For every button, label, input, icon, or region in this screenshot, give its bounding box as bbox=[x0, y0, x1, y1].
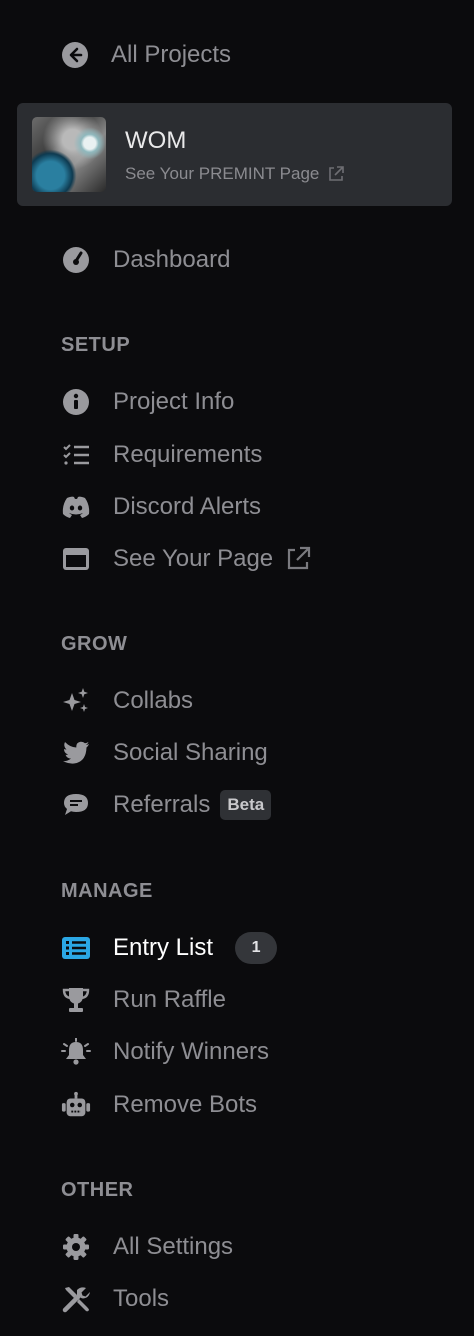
nav-project-info-label: Project Info bbox=[113, 388, 235, 415]
checklist-icon bbox=[61, 440, 91, 470]
nav-all-settings-label: All Settings bbox=[113, 1233, 234, 1260]
info-icon bbox=[61, 387, 91, 417]
project-card[interactable]: WOM See Your PREMINT Page bbox=[17, 103, 452, 206]
project-name: WOM bbox=[125, 127, 187, 154]
beta-badge: Beta bbox=[220, 790, 272, 820]
section-title-manage: MANAGE bbox=[61, 880, 153, 902]
nav-collabs-label: Collabs bbox=[113, 687, 194, 714]
nav-referrals[interactable]: Referrals Beta bbox=[61, 789, 272, 821]
nav-run-raffle[interactable]: Run Raffle bbox=[61, 984, 226, 1016]
entry-count-badge: 1 bbox=[235, 932, 278, 964]
arrow-left-circle-icon bbox=[61, 41, 89, 69]
nav-referrals-label: Referrals bbox=[113, 791, 211, 818]
nav-dashboard[interactable]: Dashboard bbox=[61, 244, 230, 276]
twitter-icon bbox=[61, 738, 91, 768]
nav-run-raffle-label: Run Raffle bbox=[113, 986, 226, 1013]
nav-tools[interactable]: Tools bbox=[61, 1283, 169, 1315]
nav-remove-bots-label: Remove Bots bbox=[113, 1091, 258, 1118]
nav-discord-alerts-label: Discord Alerts bbox=[113, 493, 262, 520]
bell-icon bbox=[61, 1037, 91, 1067]
nav-requirements[interactable]: Requirements bbox=[61, 439, 262, 471]
section-title-other: OTHER bbox=[61, 1179, 134, 1201]
sparkles-icon bbox=[61, 686, 91, 716]
nav-social-sharing-label: Social Sharing bbox=[113, 739, 268, 766]
section-title-grow: GROW bbox=[61, 633, 128, 655]
all-projects-label: All Projects bbox=[111, 41, 232, 68]
nav-see-your-page[interactable]: See Your Page bbox=[61, 543, 311, 575]
external-link-icon bbox=[285, 546, 311, 572]
premint-page-link-label: See Your PREMINT Page bbox=[125, 164, 320, 183]
discord-icon bbox=[61, 492, 91, 522]
nav-entry-list[interactable]: Entry List 1 bbox=[61, 932, 278, 964]
nav-see-your-page-label: See Your Page bbox=[113, 545, 274, 572]
nav-entry-list-label: Entry List bbox=[113, 934, 214, 961]
external-link-icon bbox=[327, 165, 345, 183]
tools-icon bbox=[61, 1284, 91, 1314]
nav-remove-bots[interactable]: Remove Bots bbox=[61, 1089, 257, 1121]
trophy-icon bbox=[61, 985, 91, 1015]
nav-dashboard-label: Dashboard bbox=[113, 246, 231, 273]
window-icon bbox=[61, 544, 91, 574]
all-projects-link[interactable]: All Projects bbox=[61, 38, 231, 72]
nav-discord-alerts[interactable]: Discord Alerts bbox=[61, 491, 261, 523]
nav-tools-label: Tools bbox=[113, 1285, 170, 1312]
nav-social-sharing[interactable]: Social Sharing bbox=[61, 737, 268, 769]
nav-collabs[interactable]: Collabs bbox=[61, 685, 193, 717]
list-icon bbox=[61, 933, 91, 963]
nav-project-info[interactable]: Project Info bbox=[61, 386, 234, 418]
gear-icon bbox=[61, 1232, 91, 1262]
nav-all-settings[interactable]: All Settings bbox=[61, 1231, 233, 1263]
chat-icon bbox=[61, 790, 91, 820]
premint-page-link[interactable]: See Your PREMINT Page bbox=[125, 164, 345, 184]
project-avatar bbox=[32, 117, 106, 192]
nav-notify-winners-label: Notify Winners bbox=[113, 1038, 270, 1065]
section-title-setup: SETUP bbox=[61, 334, 131, 356]
gauge-icon bbox=[61, 245, 91, 275]
nav-requirements-label: Requirements bbox=[113, 441, 263, 468]
robot-icon bbox=[61, 1090, 91, 1120]
nav-notify-winners[interactable]: Notify Winners bbox=[61, 1036, 269, 1068]
